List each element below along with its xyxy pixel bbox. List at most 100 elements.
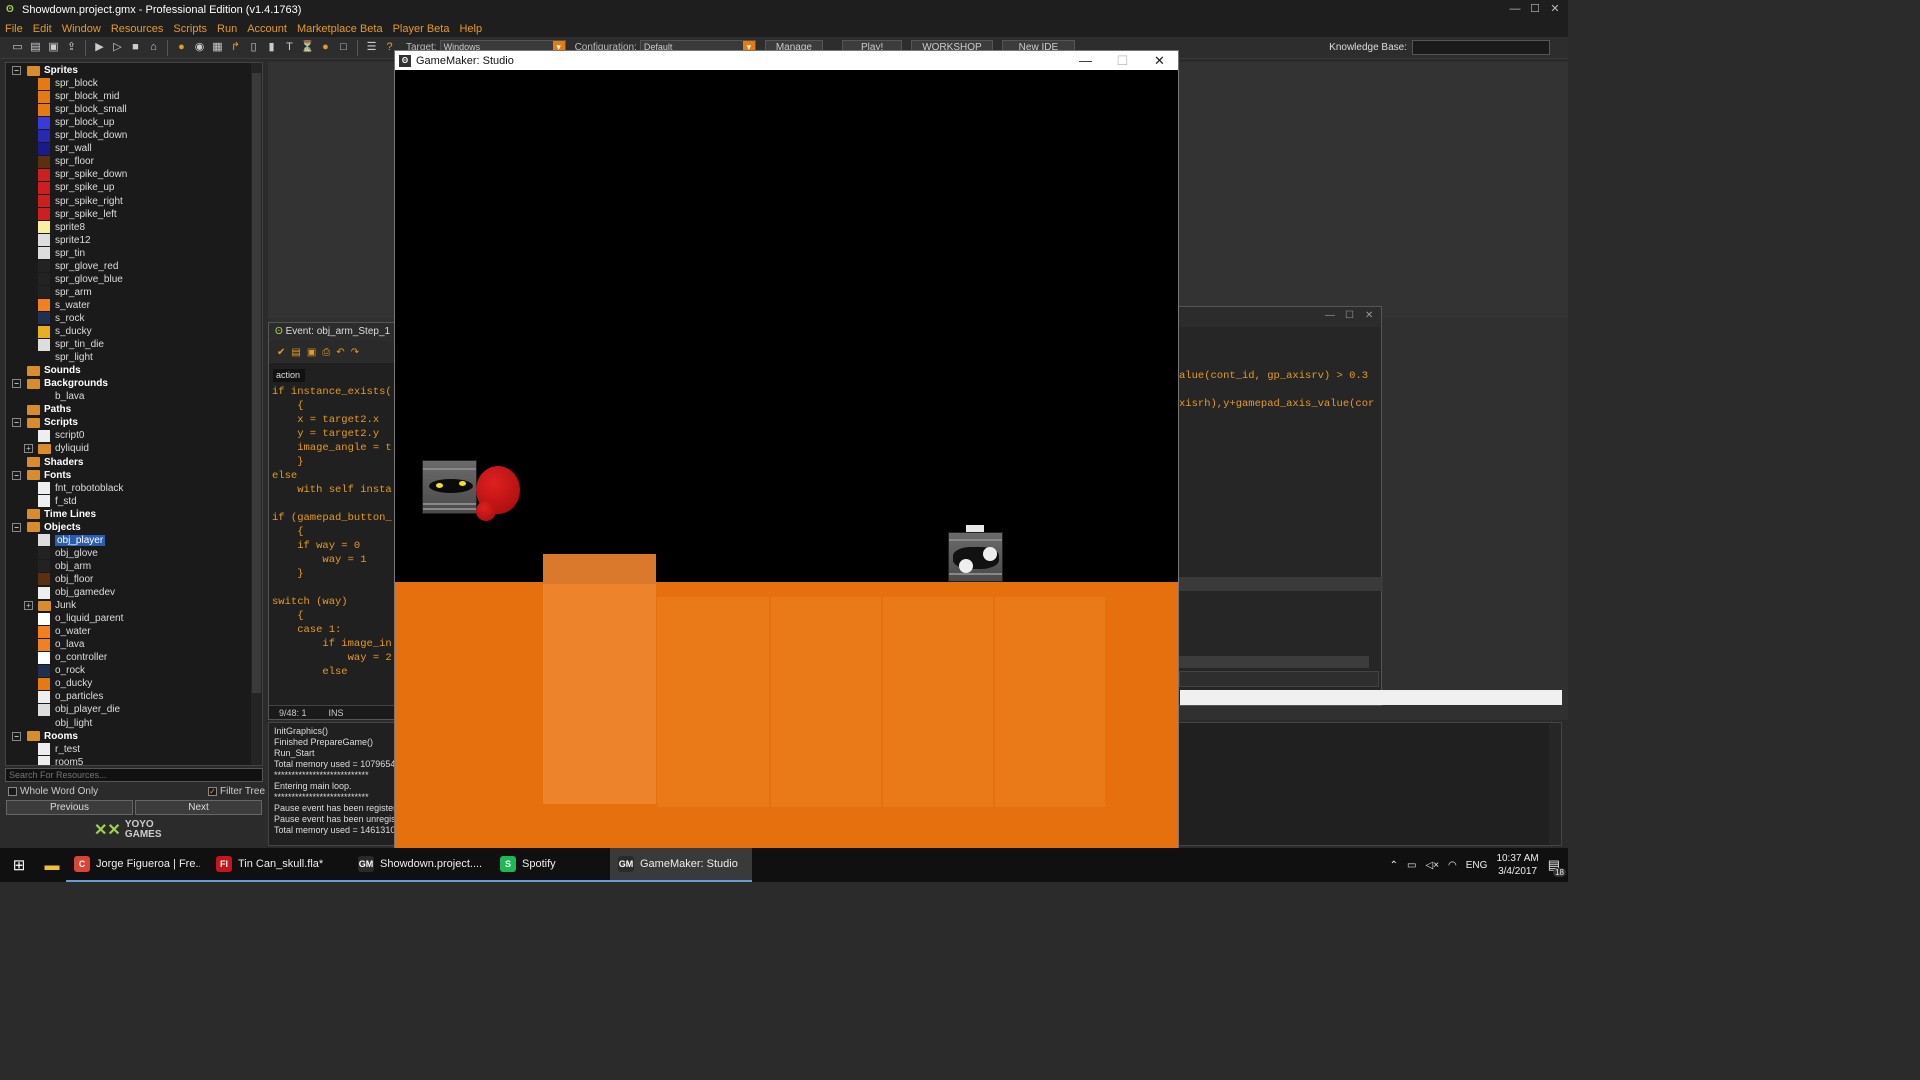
object-icon[interactable]: ● — [318, 40, 333, 55]
timeline-icon[interactable]: ⏳ — [300, 40, 315, 55]
next-button[interactable]: Next — [135, 800, 262, 815]
tree-group-paths[interactable]: Paths — [12, 403, 71, 416]
filter-tree-checkbox[interactable]: ✓ Filter Tree — [208, 786, 265, 797]
save-icon[interactable]: ▣ — [307, 347, 316, 358]
whole-word-checkbox[interactable]: Whole Word Only — [8, 786, 98, 797]
debug-run-icon[interactable]: ▷ — [110, 40, 125, 55]
open-icon[interactable]: ▤ — [291, 347, 300, 358]
expand-toggle-icon[interactable]: − — [12, 731, 21, 741]
previous-button[interactable]: Previous — [6, 800, 133, 815]
menu-item-scripts[interactable]: Scripts — [168, 23, 212, 35]
tree-item-s-water[interactable]: s_water — [38, 299, 90, 312]
tree-item-spr-spike-right[interactable]: spr_spike_right — [38, 195, 123, 208]
tree-item-spr-glove-blue[interactable]: spr_glove_blue — [38, 273, 123, 286]
maximize-button[interactable]: ☐ — [1345, 310, 1354, 321]
minimize-button[interactable]: — — [1067, 51, 1104, 70]
expand-toggle-icon[interactable]: − — [12, 522, 21, 532]
tree-item-spr-tin-die[interactable]: spr_tin_die — [38, 338, 104, 351]
menu-item-resources[interactable]: Resources — [106, 23, 169, 35]
tree-item-s-rock[interactable]: s_rock — [38, 312, 84, 325]
wifi-icon[interactable]: ◠ — [1448, 860, 1457, 871]
tree-item-f-std[interactable]: f_std — [38, 495, 77, 508]
volume-muted-icon[interactable]: ◁× — [1426, 860, 1440, 871]
tree-item-b-lava[interactable]: b_lava — [38, 390, 84, 403]
tree-item-obj-arm[interactable]: obj_arm — [38, 560, 91, 573]
tree-group-objects[interactable]: − Objects — [12, 521, 81, 534]
tree-item-dyliquid[interactable]: dyliquid + — [24, 442, 89, 455]
undo-icon[interactable]: ↶ — [336, 347, 344, 358]
tree-item-obj-glove[interactable]: obj_glove — [38, 547, 98, 560]
tree-group-fonts[interactable]: − Fonts — [12, 469, 71, 482]
start-windows-icon[interactable]: ⊞ — [0, 856, 38, 874]
tree-item-spr-light[interactable]: spr_light — [38, 351, 93, 364]
tree-item-o-ducky[interactable]: o_ducky — [38, 677, 92, 690]
notification-icon[interactable]: ▤ 18 — [1548, 857, 1566, 877]
menu-item-edit[interactable]: Edit — [28, 23, 57, 35]
tree-item-spr-wall[interactable]: spr_wall — [38, 142, 92, 155]
print-icon[interactable]: ⎙ — [322, 347, 330, 358]
tree-item-obj-gamedev[interactable]: obj_gamedev — [38, 586, 115, 599]
settings-list-icon[interactable]: ☰ — [364, 40, 379, 55]
menu-item-account[interactable]: Account — [242, 23, 292, 35]
close-button[interactable]: ✕ — [1546, 1, 1564, 17]
tree-item-spr-block[interactable]: spr_block — [38, 77, 98, 90]
menu-item-window[interactable]: Window — [57, 23, 106, 35]
tree-item-obj-floor[interactable]: obj_floor — [38, 573, 93, 586]
battery-icon[interactable]: ▭ — [1407, 860, 1416, 871]
tree-item-junk[interactable]: Junk + — [24, 599, 76, 612]
tree-item-spr-arm[interactable]: spr_arm — [38, 286, 92, 299]
path-icon[interactable]: ↱ — [228, 40, 243, 55]
create-exe-icon[interactable]: ⌂ — [146, 40, 161, 55]
tree-item-r-test[interactable]: r_test — [38, 743, 80, 756]
code-editor-text[interactable]: if instance_exists( { x = target2.x y = … — [272, 385, 392, 679]
font-icon[interactable]: T — [282, 40, 297, 55]
tree-group-shaders[interactable]: Shaders — [12, 456, 83, 469]
tree-group-backgrounds[interactable]: − Backgrounds — [12, 377, 108, 390]
background-icon[interactable]: ▦ — [210, 40, 225, 55]
tree-item-sprite12[interactable]: sprite12 — [38, 234, 91, 247]
sprite-icon[interactable]: ● — [174, 40, 189, 55]
close-button[interactable]: ✕ — [1141, 51, 1178, 70]
maximize-button[interactable]: ☐ — [1526, 1, 1544, 17]
stop-icon[interactable]: ■ — [128, 40, 143, 55]
language-indicator[interactable]: ENG — [1466, 860, 1488, 871]
sound-icon[interactable]: ◉ — [192, 40, 207, 55]
knowledge-base-input[interactable] — [1412, 40, 1550, 55]
tree-item-spr-block-mid[interactable]: spr_block_mid — [38, 90, 119, 103]
menu-item-file[interactable]: File — [0, 23, 28, 35]
export-icon[interactable]: ⇪ — [64, 40, 79, 55]
expand-toggle-icon[interactable]: − — [12, 418, 21, 428]
tree-item-s-ducky[interactable]: s_ducky — [38, 325, 92, 338]
tree-group-sounds[interactable]: Sounds — [12, 364, 81, 377]
tree-item-spr-tin[interactable]: spr_tin — [38, 247, 85, 260]
tree-item-o-liquid-parent[interactable]: o_liquid_parent — [38, 612, 123, 625]
tree-group-sprites[interactable]: − Sprites — [12, 64, 78, 77]
menu-item-help[interactable]: Help — [454, 23, 487, 35]
expand-toggle-icon[interactable]: − — [12, 66, 21, 75]
menu-item-marketplace-beta[interactable]: Marketplace Beta — [292, 23, 388, 35]
tree-item-o-controller[interactable]: o_controller — [38, 651, 107, 664]
taskbar-app-1[interactable]: Fl Tin Can_skull.fla* — [208, 848, 350, 882]
tree-item-room5[interactable]: room5 — [38, 756, 83, 765]
tree-item-o-lava[interactable]: o_lava — [38, 638, 84, 651]
file-explorer-icon[interactable]: ▬ — [38, 857, 66, 874]
resource-search-input[interactable] — [5, 768, 263, 782]
tree-item-spr-spike-up[interactable]: spr_spike_up — [38, 181, 114, 194]
room-icon[interactable]: □ — [336, 40, 351, 55]
tree-item-sprite8[interactable]: sprite8 — [38, 221, 85, 234]
tree-group-rooms[interactable]: − Rooms — [12, 730, 78, 743]
minimize-button[interactable]: — — [1325, 310, 1335, 321]
horizontal-scrollbar[interactable] — [1179, 656, 1369, 668]
expand-toggle-icon[interactable]: − — [12, 379, 21, 389]
tree-item-spr-floor[interactable]: spr_floor — [38, 155, 94, 168]
run-icon[interactable]: ▶ — [92, 40, 107, 55]
taskbar-app-2[interactable]: GM Showdown.project.... — [350, 848, 492, 882]
menu-item-run[interactable]: Run — [212, 23, 242, 35]
expand-toggle-icon[interactable]: + — [24, 444, 33, 454]
tab-action[interactable]: action — [273, 369, 305, 382]
redo-icon[interactable]: ↷ — [351, 347, 359, 358]
tree-item-spr-block-down[interactable]: spr_block_down — [38, 129, 127, 142]
clock[interactable]: 10:37 AM 3/4/2017 — [1496, 852, 1538, 878]
tree-item-o-water[interactable]: o_water — [38, 625, 91, 638]
tree-item-spr-block-small[interactable]: spr_block_small — [38, 103, 127, 116]
